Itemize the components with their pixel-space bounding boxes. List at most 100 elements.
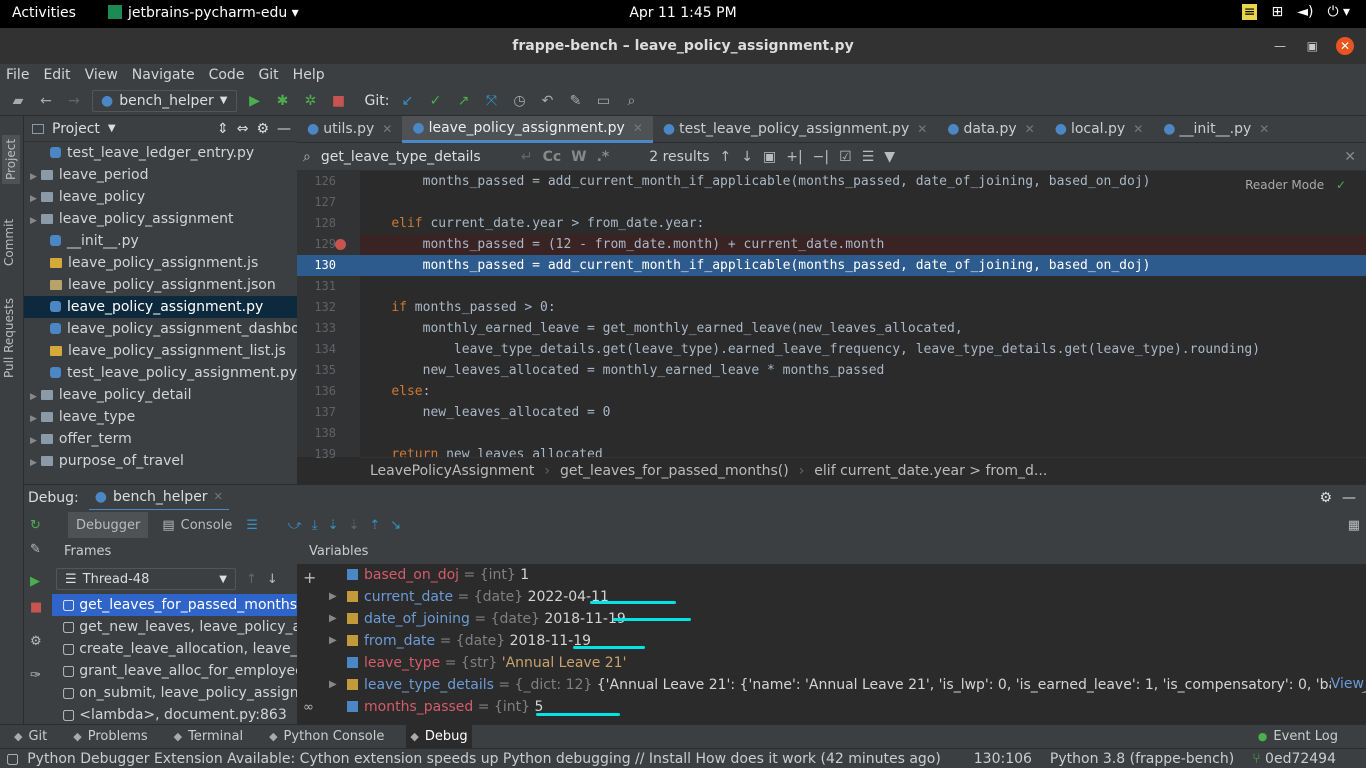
tree-item[interactable]: ▶ leave_type bbox=[24, 406, 297, 428]
status-window-icon[interactable]: ▢ bbox=[6, 751, 19, 767]
tree-item[interactable]: test_leave_policy_assignment.py bbox=[24, 362, 297, 384]
next-occurrence-icon[interactable]: ↓ bbox=[741, 149, 753, 165]
commit-icon[interactable]: ✓ bbox=[425, 93, 445, 109]
notes-icon[interactable]: ≡ bbox=[1241, 4, 1258, 20]
tree-item[interactable]: test_leave_ledger_entry.py bbox=[24, 142, 297, 164]
bottom-tab[interactable]: ◆ Git bbox=[10, 725, 51, 749]
variable-row[interactable]: months_passed = {int} 5 bbox=[297, 696, 1366, 718]
close-find-icon[interactable]: ✕ bbox=[1344, 149, 1356, 165]
event-log-tab[interactable]: ● Event Log bbox=[1254, 725, 1342, 749]
back-icon[interactable]: ← bbox=[36, 93, 56, 109]
chevron-right-icon[interactable]: ▶ bbox=[329, 586, 337, 608]
caret-position[interactable]: 130:106 bbox=[974, 751, 1032, 767]
stop-icon[interactable]: ■ bbox=[30, 600, 42, 615]
project-view-select[interactable]: Project bbox=[52, 121, 100, 137]
editor-tab[interactable]: ● __init__.py ✕ bbox=[1153, 116, 1279, 143]
bottom-tab[interactable]: ◆ Problems bbox=[69, 725, 151, 749]
code-line[interactable]: months_passed = (12 - from_date.month) +… bbox=[360, 234, 1366, 255]
line-number[interactable]: 137 bbox=[297, 402, 360, 423]
thread-select[interactable]: ☰ Thread-48 ▼ bbox=[56, 568, 236, 590]
stack-frame[interactable]: ▢grant_leave_alloc_for_employee, leave_p… bbox=[52, 660, 297, 682]
breakpoint-icon[interactable] bbox=[335, 239, 346, 250]
debug-session-tab[interactable]: ● bench_helper ✕ bbox=[88, 485, 229, 511]
line-number[interactable]: 130 bbox=[297, 255, 360, 276]
add-selection-icon[interactable]: +| bbox=[786, 149, 802, 165]
hide-icon[interactable]: — bbox=[277, 121, 291, 137]
view-link[interactable]: View bbox=[1330, 676, 1364, 692]
clock[interactable]: Apr 11 1:45 PM bbox=[0, 5, 1366, 21]
bottom-tab[interactable]: ◆ Terminal bbox=[170, 725, 247, 749]
close-tab-icon[interactable]: ✕ bbox=[1025, 122, 1035, 136]
gear-icon[interactable]: ⚙ bbox=[1319, 490, 1332, 506]
step-into-my-code-icon[interactable]: ⇣ bbox=[348, 518, 359, 533]
chevron-right-icon[interactable]: ▶ bbox=[30, 216, 37, 226]
filter-icon[interactable]: ▼ bbox=[884, 149, 895, 165]
tree-item[interactable]: ▶ offer_term bbox=[24, 428, 297, 450]
history-icon[interactable]: ◷ bbox=[509, 93, 529, 109]
run-to-cursor-icon[interactable]: ↘ bbox=[390, 518, 401, 533]
code-line[interactable] bbox=[360, 423, 1366, 444]
search-icon[interactable]: ⌕ bbox=[621, 93, 641, 109]
close-icon[interactable]: ✕ bbox=[214, 490, 223, 503]
forward-icon[interactable]: → bbox=[64, 93, 84, 109]
maximize-icon[interactable]: ▣ bbox=[1307, 28, 1318, 64]
code-line[interactable]: months_passed = add_current_month_if_app… bbox=[360, 171, 1366, 192]
reader-mode-toggle[interactable]: Reader Mode ✓ bbox=[1245, 178, 1346, 192]
line-number[interactable]: 139 bbox=[297, 444, 360, 465]
chevron-right-icon[interactable]: ▶ bbox=[30, 392, 37, 402]
chevron-right-icon[interactable]: ▶ bbox=[329, 674, 337, 696]
step-into-icon[interactable]: ⇣ bbox=[328, 518, 339, 533]
variable-row[interactable]: based_on_doj = {int} 1 bbox=[297, 564, 1366, 586]
tool-tab-pull-requests[interactable]: Pull Requests bbox=[2, 298, 16, 378]
tree-item[interactable]: leave_policy_assignment_dashboard.py bbox=[24, 318, 297, 340]
tree-item[interactable]: leave_policy_assignment.py bbox=[24, 296, 297, 318]
breadcrumb-method[interactable]: get_leaves_for_passed_months() bbox=[560, 463, 789, 479]
select-all-icon[interactable]: ☑ bbox=[839, 149, 852, 165]
code-line[interactable]: monthly_earned_leave = get_monthly_earne… bbox=[360, 318, 1366, 339]
code-editor[interactable]: months_passed = add_current_month_if_app… bbox=[360, 171, 1366, 457]
gear-icon[interactable]: ⚙ bbox=[30, 634, 42, 649]
minimize-icon[interactable]: — bbox=[1274, 28, 1286, 64]
code-line[interactable]: else: bbox=[360, 381, 1366, 402]
chevron-right-icon[interactable]: ▶ bbox=[30, 194, 37, 204]
close-tab-icon[interactable]: ✕ bbox=[633, 121, 643, 135]
chevron-right-icon[interactable]: ▶ bbox=[30, 436, 37, 446]
coverage-icon[interactable]: ✲ bbox=[301, 93, 321, 109]
menu-git[interactable]: Git bbox=[258, 67, 278, 83]
resume-icon[interactable]: ▶ bbox=[30, 574, 40, 589]
chevron-right-icon[interactable]: ▶ bbox=[30, 414, 37, 424]
chevron-down-icon[interactable]: ▼ bbox=[108, 123, 116, 134]
close-tab-icon[interactable]: ✕ bbox=[382, 122, 392, 136]
tab-debugger[interactable]: Debugger bbox=[68, 512, 149, 538]
line-number[interactable]: 135 bbox=[297, 360, 360, 381]
vcs-branch[interactable]: ⑂ 0ed72494 bbox=[1252, 751, 1336, 767]
close-tab-icon[interactable]: ✕ bbox=[1259, 122, 1269, 136]
variable-row[interactable]: ▶ date_of_joining = {date} 2018-11-19 bbox=[297, 608, 1366, 630]
stack-frame[interactable]: ▢get_new_leaves, leave_policy_assignment… bbox=[52, 616, 297, 638]
breadcrumb-class[interactable]: LeavePolicyAssignment bbox=[370, 463, 534, 479]
terminal-window-icon[interactable]: ▭ bbox=[593, 93, 613, 109]
show-execution-point-icon[interactable]: ⤻ bbox=[288, 518, 302, 533]
variable-row[interactable]: ▶ from_date = {date} 2018-11-19 bbox=[297, 630, 1366, 652]
code-line[interactable]: new_leaves_allocated = monthly_earned_le… bbox=[360, 360, 1366, 381]
line-number[interactable]: 129 bbox=[297, 234, 360, 255]
code-line[interactable]: elif current_date.year > from_date.year: bbox=[360, 213, 1366, 234]
editor-tab[interactable]: ● leave_policy_assignment.py ✕ bbox=[402, 115, 653, 143]
gear-icon[interactable]: ⚙ bbox=[256, 121, 269, 137]
code-line[interactable] bbox=[360, 276, 1366, 297]
line-number[interactable]: 127 bbox=[297, 192, 360, 213]
open-folder-icon[interactable]: ▰ bbox=[8, 93, 28, 109]
code-line[interactable] bbox=[360, 192, 1366, 213]
line-number[interactable]: 136 bbox=[297, 381, 360, 402]
menu-file[interactable]: File bbox=[6, 67, 29, 83]
new-line-icon[interactable]: ↵ bbox=[521, 149, 533, 165]
breadcrumb-block[interactable]: elif current_date.year > from_d... bbox=[814, 463, 1047, 479]
line-number[interactable]: 131 bbox=[297, 276, 360, 297]
run-icon[interactable]: ▶ bbox=[245, 93, 265, 109]
variable-row[interactable]: ▶ current_date = {date} 2022-04-11 bbox=[297, 586, 1366, 608]
editor-tab[interactable]: ● local.py ✕ bbox=[1045, 116, 1154, 143]
power-icon[interactable]: ⏻ ▾ bbox=[1327, 4, 1350, 20]
code-line[interactable]: new_leaves_allocated = 0 bbox=[360, 402, 1366, 423]
editor-tab[interactable]: ● utils.py ✕ bbox=[297, 116, 402, 143]
words-toggle[interactable]: W bbox=[571, 149, 586, 165]
